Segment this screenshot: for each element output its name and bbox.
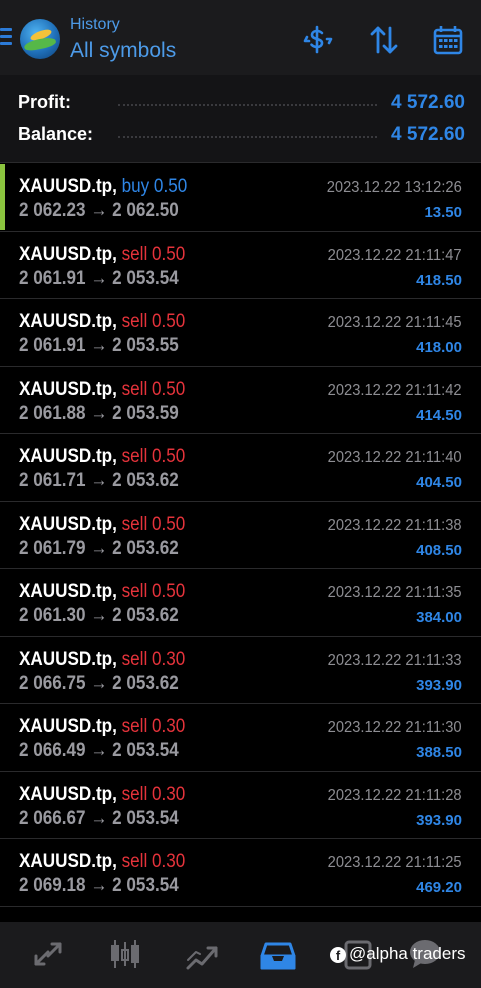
deal-time: 2023.12.22 21:11:42 <box>328 381 462 399</box>
balance-label: Balance: <box>18 124 94 144</box>
deal-row[interactable]: XAUUSD.tp, sell 0.30 2 066.75 → 2 053.62… <box>0 637 481 704</box>
deal-prices: 2 061.79 → 2 053.62 <box>19 537 179 559</box>
balance-row: Balance: 4 572.60 <box>18 124 465 148</box>
profit-value: 4 572.60 <box>391 92 465 113</box>
deal-symbol: XAUUSD.tp, <box>19 378 117 400</box>
deal-time: 2023.12.22 21:11:35 <box>328 584 462 601</box>
deal-profit: 418.00 <box>416 339 462 356</box>
deal-side: sell 0.30 <box>121 648 186 670</box>
deal-time: 2023.12.22 21:11:40 <box>328 449 462 466</box>
deal-row[interactable]: XAUUSD.tp, sell 0.50 2 061.30 → 2 053.62… <box>0 569 481 637</box>
deal-side: sell 0.50 <box>121 378 186 400</box>
deal-symbol: XAUUSD.tp, <box>19 176 117 197</box>
deal-row[interactable]: XAUUSD.tp, buy 0.50 2 062.23 → 2 062.50 … <box>0 164 481 232</box>
menu-icon[interactable] <box>0 28 12 48</box>
deal-side: sell 0.30 <box>121 851 186 872</box>
deal-side: buy 0.50 <box>121 176 188 197</box>
deal-profit: 13.50 <box>424 204 462 221</box>
deal-symbol: XAUUSD.tp, <box>19 243 117 265</box>
deal-time: 2023.12.22 21:11:28 <box>328 786 462 804</box>
deal-side: sell 0.30 <box>121 783 186 805</box>
deal-symbol: XAUUSD.tp, <box>19 783 117 805</box>
deal-side: sell 0.30 <box>121 716 186 737</box>
deal-time: 2023.12.22 21:11:45 <box>328 314 462 331</box>
metatrader-logo-icon[interactable] <box>20 19 60 59</box>
header-subtitle: History <box>70 16 120 33</box>
deal-side: sell 0.50 <box>121 311 186 332</box>
deal-symbol: XAUUSD.tp, <box>19 851 117 872</box>
watermark: f @alpha traders <box>330 944 466 964</box>
top-app-bar: History All symbols <box>0 0 481 75</box>
deal-row[interactable]: XAUUSD.tp, sell 0.30 2 066.67 → 2 053.54… <box>0 772 481 839</box>
sort-icon[interactable] <box>368 24 400 56</box>
trade-icon[interactable] <box>182 934 222 974</box>
deal-prices: 2 066.67 → 2 053.54 <box>19 807 179 829</box>
calendar-icon[interactable] <box>432 24 464 56</box>
deal-time: 2023.12.22 13:12:26 <box>326 179 462 196</box>
account-summary: Profit: 4 572.60 Balance: 4 572.60 <box>0 75 481 163</box>
facebook-icon: f <box>330 947 346 963</box>
deal-side: sell 0.50 <box>121 243 186 265</box>
deal-time: 2023.12.22 21:11:25 <box>328 854 462 871</box>
deal-row[interactable]: XAUUSD.tp, sell 0.50 2 061.91 → 2 053.55… <box>0 299 481 367</box>
deal-time: 2023.12.22 21:11:30 <box>328 719 462 736</box>
deals-list: XAUUSD.tp, buy 0.50 2 062.23 → 2 062.50 … <box>0 164 481 907</box>
symbol-filter-title[interactable]: All symbols <box>70 39 176 63</box>
deal-prices: 2 061.88 → 2 053.59 <box>19 402 179 424</box>
profit-row: Profit: 4 572.60 <box>18 92 465 116</box>
deal-profit: 393.90 <box>416 676 462 694</box>
deal-symbol: XAUUSD.tp, <box>19 648 117 670</box>
deal-time: 2023.12.22 21:11:33 <box>328 651 462 669</box>
deal-prices: 2 061.71 → 2 053.62 <box>19 470 179 491</box>
dollar-refresh-icon[interactable] <box>302 24 334 56</box>
deal-prices: 2 061.30 → 2 053.62 <box>19 605 179 626</box>
chart-icon[interactable] <box>105 934 145 974</box>
dotted-leader <box>118 136 377 138</box>
deal-prices: 2 061.91 → 2 053.55 <box>19 335 179 356</box>
deal-prices: 2 061.91 → 2 053.54 <box>19 267 179 289</box>
deal-time: 2023.12.22 21:11:38 <box>328 516 462 534</box>
deal-row[interactable]: XAUUSD.tp, sell 0.50 2 061.88 → 2 053.59… <box>0 367 481 434</box>
buy-indicator-bar <box>0 164 5 230</box>
quotes-icon[interactable] <box>28 934 68 974</box>
watermark-text: @alpha traders <box>349 944 466 963</box>
deal-profit: 408.50 <box>416 541 462 559</box>
deal-symbol: XAUUSD.tp, <box>19 446 117 467</box>
deal-side: sell 0.50 <box>121 446 186 467</box>
deal-row[interactable]: XAUUSD.tp, sell 0.30 2 066.49 → 2 053.54… <box>0 704 481 772</box>
deal-row[interactable]: XAUUSD.tp, sell 0.50 2 061.79 → 2 053.62… <box>0 502 481 569</box>
profit-label: Profit: <box>18 92 71 112</box>
deal-side: sell 0.50 <box>121 513 186 535</box>
deal-profit: 384.00 <box>416 609 462 626</box>
deal-prices: 2 066.75 → 2 053.62 <box>19 672 179 694</box>
deal-prices: 2 062.23 → 2 062.50 <box>19 200 179 221</box>
deal-row[interactable]: XAUUSD.tp, sell 0.50 2 061.71 → 2 053.62… <box>0 434 481 502</box>
deal-profit: 418.50 <box>416 271 462 289</box>
deal-prices: 2 069.18 → 2 053.54 <box>19 875 179 896</box>
deal-symbol: XAUUSD.tp, <box>19 581 117 602</box>
deal-row[interactable]: XAUUSD.tp, sell 0.50 2 061.91 → 2 053.54… <box>0 232 481 299</box>
deal-row[interactable]: XAUUSD.tp, sell 0.30 2 069.18 → 2 053.54… <box>0 839 481 907</box>
dotted-leader <box>118 104 377 106</box>
deal-profit: 469.20 <box>416 879 462 896</box>
deal-side: sell 0.50 <box>121 581 186 602</box>
deal-symbol: XAUUSD.tp, <box>19 513 117 535</box>
deal-profit: 404.50 <box>416 474 462 491</box>
deal-profit: 393.90 <box>416 811 462 829</box>
deal-prices: 2 066.49 → 2 053.54 <box>19 740 179 761</box>
history-icon[interactable] <box>258 934 298 974</box>
balance-value: 4 572.60 <box>391 124 465 145</box>
deal-profit: 414.50 <box>416 406 462 424</box>
deal-symbol: XAUUSD.tp, <box>19 311 117 332</box>
deal-profit: 388.50 <box>416 744 462 761</box>
deal-time: 2023.12.22 21:11:47 <box>328 246 462 264</box>
deal-symbol: XAUUSD.tp, <box>19 716 117 737</box>
